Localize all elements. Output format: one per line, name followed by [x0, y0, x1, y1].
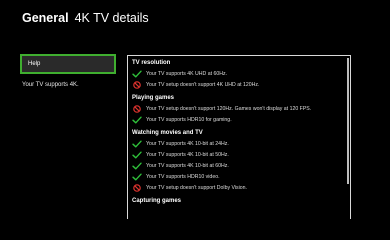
check-icon: [132, 70, 142, 78]
details-group: Watching movies and TV Your TV supports 4…: [132, 129, 344, 193]
check-row-text: Your TV supports 4K 10-bit at 50Hz.: [146, 151, 229, 158]
group-heading: Watching movies and TV: [132, 130, 203, 136]
check-row-text: Your TV setup doesn't support Dolby Visi…: [146, 184, 247, 191]
tv-support-status: Your TV supports 4K.: [22, 82, 79, 88]
details-group: TV resolution Your TV supports 4K UHD at …: [132, 59, 344, 90]
details-panel[interactable]: TV resolution Your TV supports 4K UHD at …: [127, 55, 351, 219]
not-supported-icon: [132, 104, 142, 113]
check-row-text: Your TV setup doesn't support 120Hz. Gam…: [146, 105, 312, 112]
not-supported-icon: [132, 183, 142, 192]
details-scrollbar[interactable]: [347, 58, 349, 184]
check-row: Your TV supports 4K 10-bit at 60Hz.: [132, 160, 344, 171]
check-row-text: Your TV supports HDR10 video.: [146, 173, 220, 180]
header-section-title: General: [22, 11, 69, 25]
check-row: Your TV supports HDR10 video.: [132, 171, 344, 182]
check-row: Your TV supports 4K 10-bit at 50Hz.: [132, 149, 344, 160]
details-group: Playing games Your TV setup doesn't suppo…: [132, 94, 344, 125]
tv-details-screen: General 4K TV details Help Your TV suppo…: [0, 0, 390, 219]
check-row: Your TV setup doesn't support 120Hz. Gam…: [132, 103, 344, 114]
check-icon: [132, 151, 142, 159]
details-list: TV resolution Your TV supports 4K UHD at …: [132, 59, 344, 210]
check-row-text: Your TV supports 4K 10-bit at 60Hz.: [146, 162, 229, 169]
check-row-text: Your TV setup doesn't support 4K UHD at …: [146, 81, 260, 88]
check-icon: [132, 162, 142, 170]
check-icon: [132, 173, 142, 181]
group-heading: TV resolution: [132, 60, 171, 66]
check-row-text: Your TV supports 4K UHD at 60Hz.: [146, 70, 228, 77]
group-heading: Playing games: [132, 95, 175, 101]
check-icon: [132, 116, 142, 124]
check-row: Your TV setup doesn't support 4K UHD at …: [132, 79, 344, 90]
check-row: Your TV supports 4K UHD at 60Hz.: [132, 68, 344, 79]
check-row: Your TV supports HDR10 for gaming.: [132, 114, 344, 125]
check-row-text: Your TV supports HDR10 for gaming.: [146, 116, 232, 123]
help-button[interactable]: Help: [20, 54, 116, 74]
help-button-label: Help: [28, 61, 41, 67]
check-row: Your TV supports 4K 10-bit at 24Hz.: [132, 138, 344, 149]
check-icon: [132, 140, 142, 148]
not-supported-icon: [132, 80, 142, 89]
details-group: Capturing games: [132, 197, 344, 206]
page-header: General 4K TV details: [22, 11, 149, 25]
check-row: Your TV setup doesn't support Dolby Visi…: [132, 182, 344, 193]
group-heading: Capturing games: [132, 198, 182, 204]
page-title: 4K TV details: [74, 11, 149, 25]
check-row-text: Your TV supports 4K 10-bit at 24Hz.: [146, 140, 229, 147]
